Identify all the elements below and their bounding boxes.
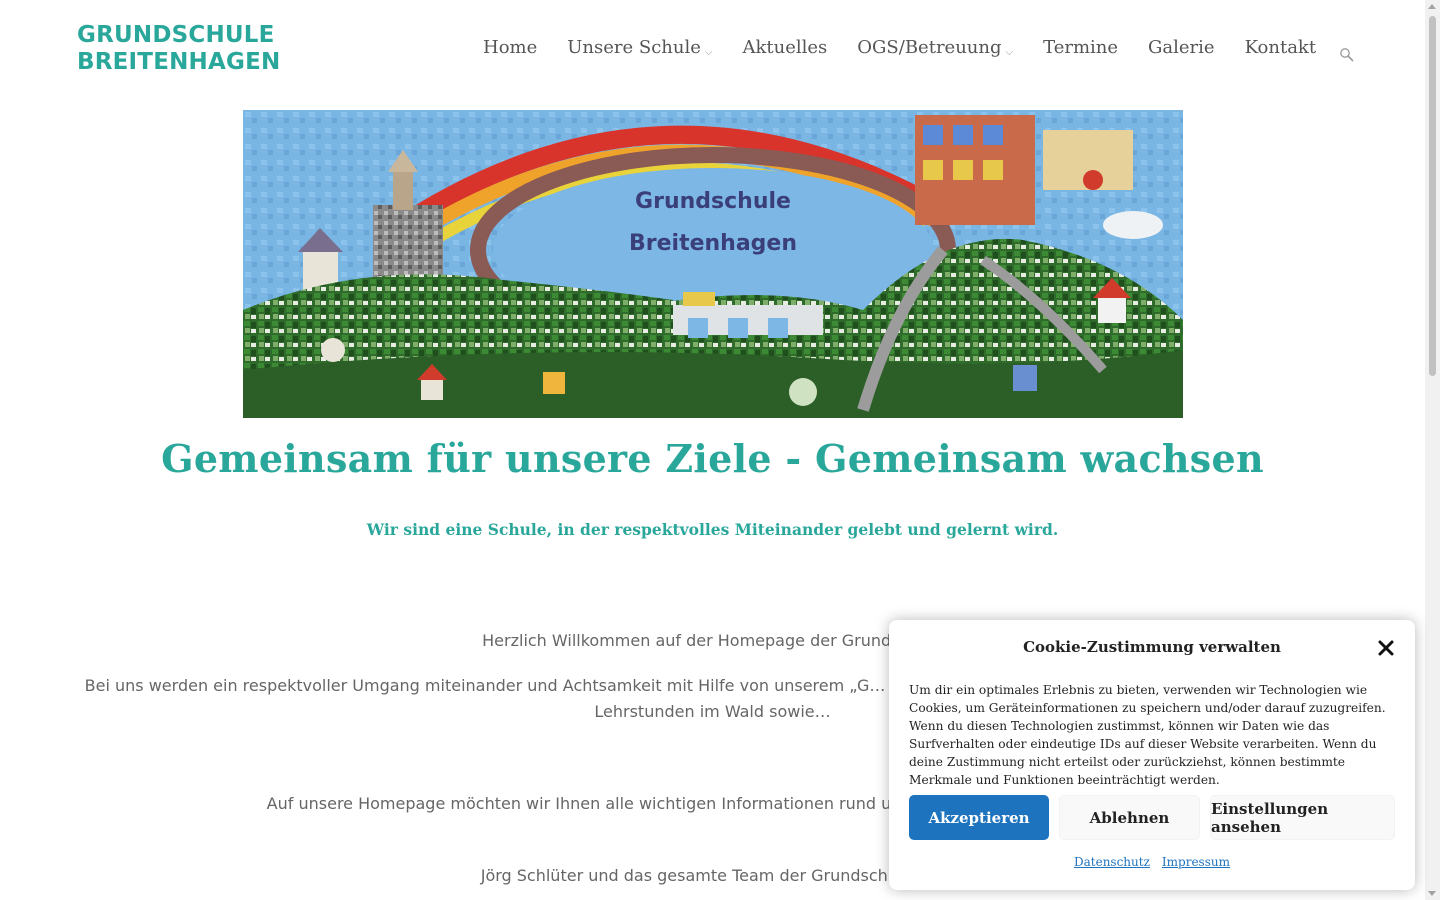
nav-item-galerie[interactable]: Galerie xyxy=(1148,37,1215,58)
mosaic-text-line-2: Breitenhagen xyxy=(629,231,797,256)
cookie-consent-dialog: Cookie-Zustimmung verwalten Um dir ein o… xyxy=(889,620,1415,890)
nav-item-label: OGS/Betreuung xyxy=(857,37,1002,58)
logo-line-2: BREITENHAGEN xyxy=(77,49,281,75)
site-logo[interactable]: GRUNDSCHULE BREITENHAGEN xyxy=(77,22,280,76)
privacy-link[interactable]: Datenschutz xyxy=(1074,855,1150,869)
hero-mosaic-image: Grundschule Breitenhagen xyxy=(243,110,1183,418)
main-navigation: Home Unsere Schule ⌵ Aktuelles OGS/Betre… xyxy=(483,37,1346,58)
view-settings-button[interactable]: Einstellungen ansehen xyxy=(1210,795,1395,840)
nav-item-termine[interactable]: Termine xyxy=(1043,37,1118,58)
nav-item-kontakt[interactable]: Kontakt xyxy=(1245,37,1317,58)
search-icon[interactable] xyxy=(1339,47,1355,63)
close-icon[interactable] xyxy=(1377,639,1395,657)
mosaic-text-line-1: Grundschule xyxy=(635,189,791,214)
chevron-down-icon: ⌵ xyxy=(704,47,713,58)
cookie-links: Datenschutz Impressum xyxy=(889,855,1415,869)
nav-item-label: Kontakt xyxy=(1244,37,1317,58)
scroll-down-icon[interactable] xyxy=(1428,891,1436,896)
deny-cookies-button[interactable]: Ablehnen xyxy=(1059,795,1200,840)
nav-item-ogs-betreuung[interactable]: OGS/Betreuung ⌵ xyxy=(857,37,1013,58)
nav-item-label: Galerie xyxy=(1148,37,1215,58)
imprint-link[interactable]: Impressum xyxy=(1162,855,1230,869)
cookie-dialog-title: Cookie-Zustimmung verwalten xyxy=(1023,638,1281,656)
cookie-dialog-text: Um dir ein optimales Erlebnis zu bieten,… xyxy=(909,683,1386,787)
nav-item-label: Home xyxy=(483,37,538,58)
scroll-thumb[interactable] xyxy=(1429,16,1436,376)
nav-item-unsere-schule[interactable]: Unsere Schule ⌵ xyxy=(567,37,712,58)
nav-item-aktuelles[interactable]: Aktuelles xyxy=(743,37,828,58)
logo-line-1: GRUNDSCHULE xyxy=(77,22,275,48)
page-subline: Wir sind eine Schule, in der respektvoll… xyxy=(366,520,1059,539)
nav-item-label: Termine xyxy=(1043,37,1119,58)
page-headline: Gemeinsam für unsere Ziele - Gemeinsam w… xyxy=(161,436,1264,481)
scroll-up-icon[interactable] xyxy=(1428,4,1436,9)
page-scrollbar[interactable] xyxy=(1425,0,1440,900)
chevron-down-icon: ⌵ xyxy=(1005,47,1014,58)
accept-cookies-button[interactable]: Akzeptieren xyxy=(909,795,1049,840)
nav-item-label: Unsere Schule xyxy=(567,37,701,58)
nav-item-home[interactable]: Home xyxy=(483,37,537,58)
nav-item-label: Aktuelles xyxy=(742,37,828,58)
